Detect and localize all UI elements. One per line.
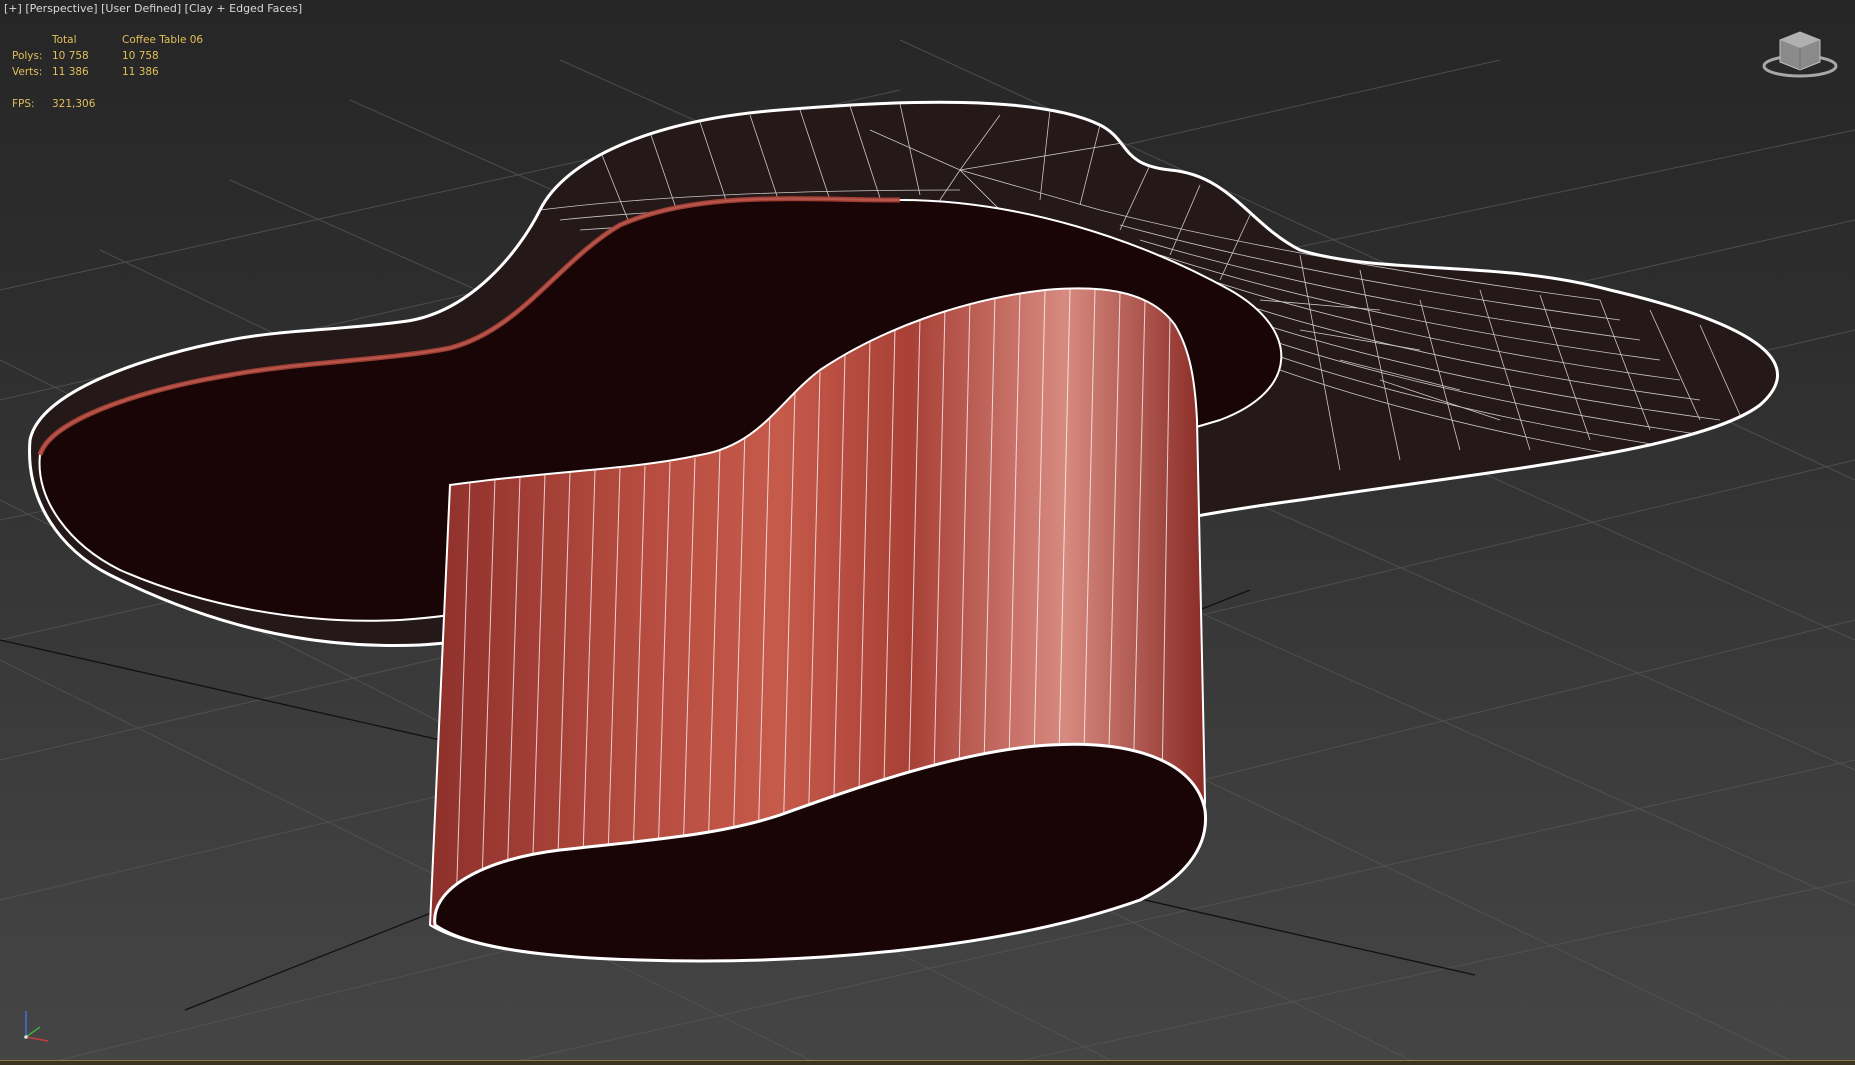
viewport-scene[interactable] [0,0,1855,1065]
view-type-menu[interactable]: [Perspective] [25,2,97,15]
perspective-viewport[interactable]: [+] [Perspective] [User Defined] [Clay +… [0,0,1855,1065]
shading-menu[interactable]: [Clay + Edged Faces] [185,2,303,15]
camera-menu[interactable]: [User Defined] [101,2,181,15]
stats-header-object: Coffee Table 06 [122,34,204,46]
viewcube-icon[interactable] [1760,26,1840,82]
viewport-bottom-border [0,1060,1855,1065]
axis-tripod-icon [24,1011,49,1042]
stats-header-total: Total [52,34,77,46]
verts-label: Verts: [12,66,43,78]
viewport-menu-button[interactable]: [+] [4,2,22,15]
fps-label: FPS: [12,98,35,110]
polys-total: 10 758 [52,50,89,62]
viewport-label: [+] [Perspective] [User Defined] [Clay +… [4,2,302,15]
polys-label: Polys: [12,50,43,62]
fps-value: 321,306 [52,98,96,110]
verts-object: 11 386 [122,66,159,78]
polys-object: 10 758 [122,50,159,62]
verts-total: 11 386 [52,66,89,78]
